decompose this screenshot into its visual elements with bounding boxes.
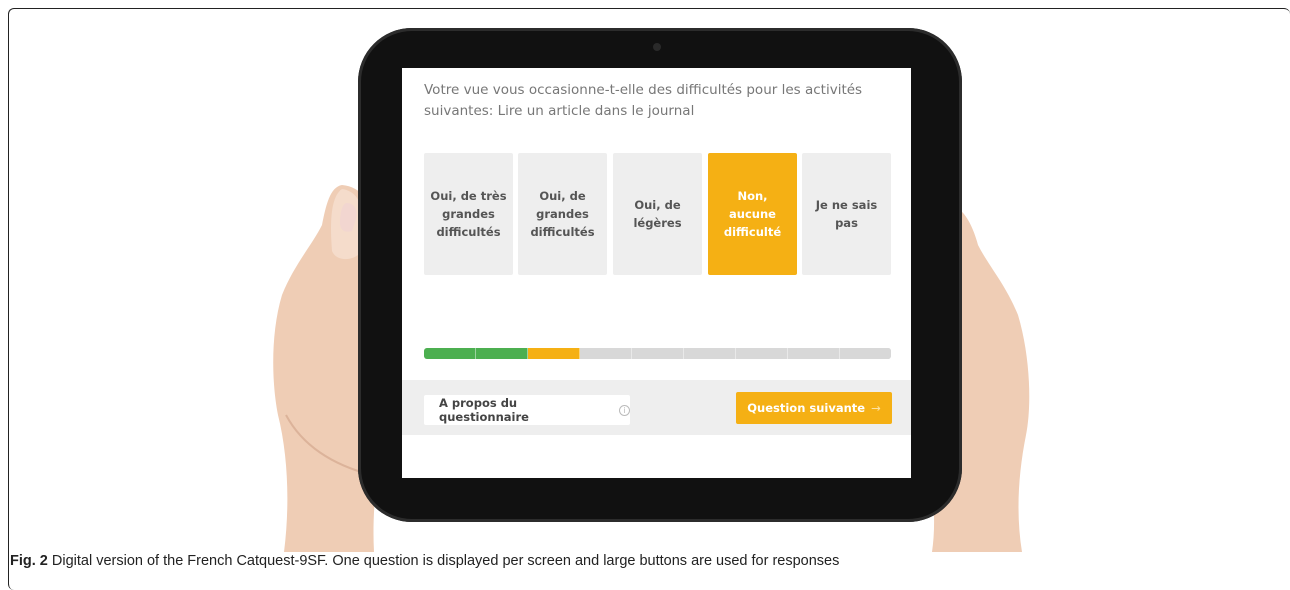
progress-segment (424, 348, 476, 359)
answer-option-label: Non, aucune difficulté (723, 189, 782, 239)
figure-label: Fig. 2 (10, 553, 48, 569)
progress-segment (476, 348, 528, 359)
progress-segment (684, 348, 736, 359)
caption-text: Digital version of the French Catquest-9… (47, 553, 840, 569)
figure-caption: Fig. 2 Digital version of the French Cat… (10, 553, 839, 569)
progress-segment (580, 348, 632, 359)
next-question-button[interactable]: Question suivante → (736, 392, 892, 424)
progress-segment (632, 348, 684, 359)
answer-option-label: Oui, de grandes difficultés (530, 189, 595, 239)
footer-bar: A propos du questionnaire i Question sui… (402, 380, 911, 435)
answer-option-2[interactable]: Oui, de grandes difficultés (518, 153, 607, 275)
progress-segment (788, 348, 840, 359)
arrow-right-icon: → (871, 401, 881, 415)
progress-segment (736, 348, 788, 359)
answer-option-label: Oui, de légères (633, 198, 682, 230)
about-questionnaire-label: A propos du questionnaire (439, 396, 529, 424)
tablet-photo: Votre vue vous occasionne-t-elle des dif… (0, 0, 1290, 552)
answer-option-4[interactable]: Non, aucune difficulté (708, 153, 797, 275)
progress-segment (528, 348, 580, 359)
progress-bar (424, 348, 891, 359)
answer-option-1[interactable]: Oui, de très grandes difficultés (424, 153, 513, 275)
answer-option-5[interactable]: Je ne sais pas (802, 153, 891, 275)
tablet-screen: Votre vue vous occasionne-t-elle des dif… (402, 68, 911, 478)
answer-option-label: Je ne sais pas (815, 198, 878, 230)
answer-option-3[interactable]: Oui, de légères (613, 153, 702, 275)
answer-option-label: Oui, de très grandes difficultés (430, 189, 507, 239)
about-questionnaire-button[interactable]: A propos du questionnaire i (424, 395, 630, 425)
next-question-label: Question suivante (747, 401, 866, 415)
progress-segment (840, 348, 891, 359)
info-circle-icon: i (619, 404, 630, 416)
question-text: Votre vue vous occasionne-t-elle des dif… (424, 82, 863, 119)
camera-icon (653, 43, 661, 51)
